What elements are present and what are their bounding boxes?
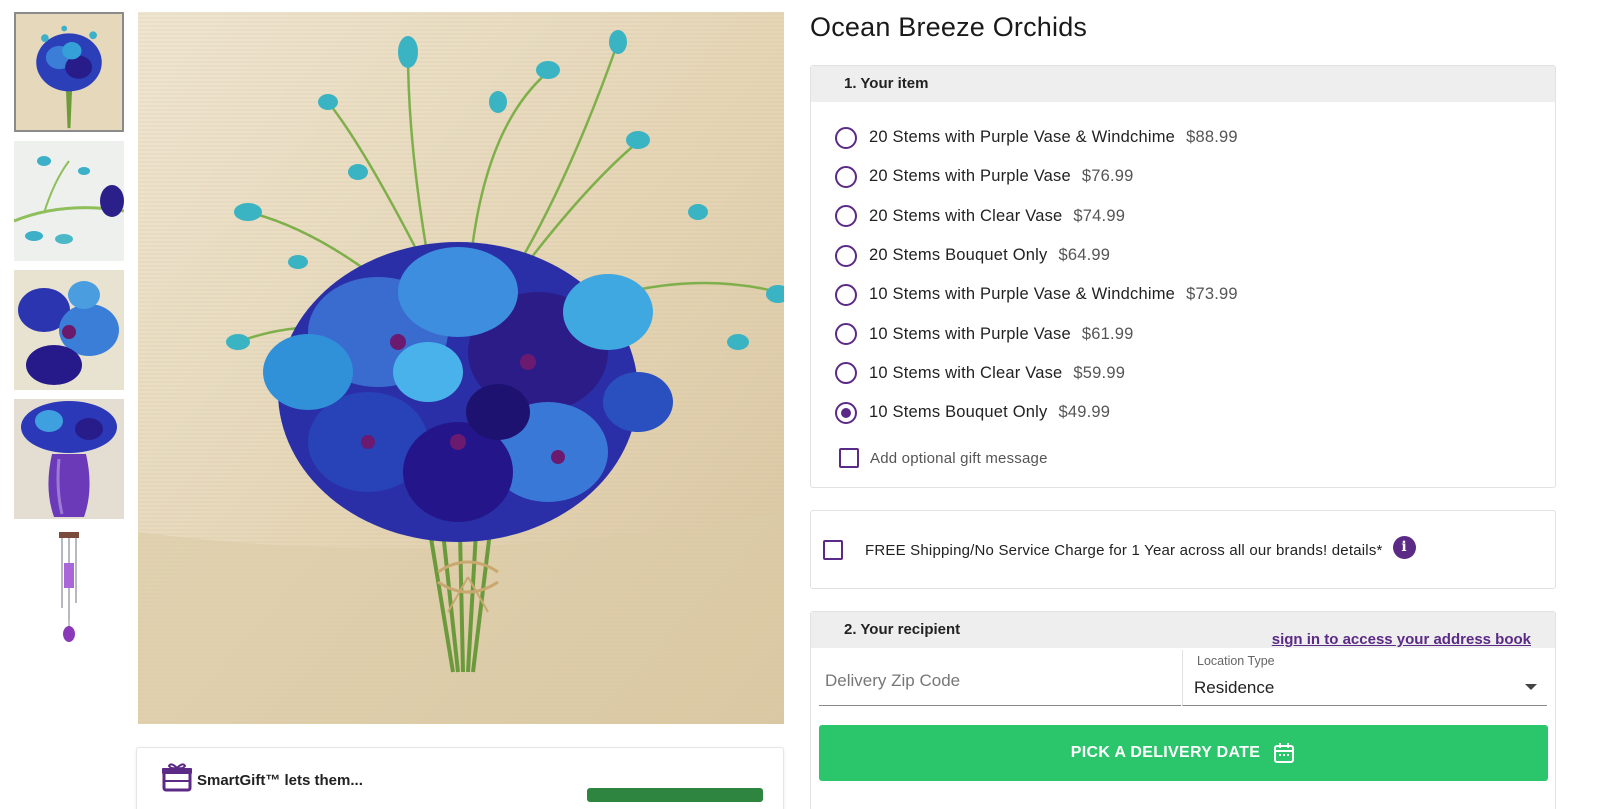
item-option-label: 10 Stems with Clear Vase xyxy=(869,363,1063,382)
item-option-label: 20 Stems Bouquet Only xyxy=(869,246,1048,265)
product-title: Ocean Breeze Orchids xyxy=(810,12,1088,42)
shipping-offer-text: FREE Shipping/No Service Charge for 1 Ye… xyxy=(865,541,1383,559)
item-option-price: $59.99 xyxy=(1073,363,1126,382)
recipient-section-heading: 2. Your recipient sign in to access your… xyxy=(811,612,1555,648)
recipient-panel: 2. Your recipient sign in to access your… xyxy=(810,611,1556,809)
item-option-radio[interactable] xyxy=(835,362,857,385)
item-option[interactable]: 10 Stems with Purple Vase & Windchime $73… xyxy=(835,275,1238,314)
thumbnail-purple-vase[interactable] xyxy=(14,399,124,519)
item-option[interactable]: 10 Stems with Purple Vase $61.99 xyxy=(835,314,1238,353)
item-option-radio[interactable] xyxy=(835,401,857,424)
item-selection-panel: 1. Your item 20 Stems with Purple Vase &… xyxy=(810,65,1556,488)
thumbnail-windchime[interactable] xyxy=(14,528,124,648)
item-option-price: $61.99 xyxy=(1081,324,1134,343)
gift-message-option[interactable]: Add optional gift message xyxy=(839,448,1048,468)
item-option-radio[interactable] xyxy=(835,283,857,306)
zip-code-input[interactable] xyxy=(819,650,1181,705)
item-option-price: $64.99 xyxy=(1058,246,1111,265)
item-option-label: 10 Stems with Purple Vase & Windchime xyxy=(869,285,1176,304)
item-option[interactable]: 10 Stems with Clear Vase $59.99 xyxy=(835,354,1238,393)
location-type-value: Residence xyxy=(1194,678,1275,697)
item-option-radio[interactable] xyxy=(835,323,857,346)
item-option-radio[interactable] xyxy=(835,165,857,188)
gift-message-label: Add optional gift message xyxy=(870,449,1048,467)
thumbnail-bloom-closeup[interactable] xyxy=(14,270,124,390)
item-section-heading: 1. Your item xyxy=(811,66,1555,102)
pick-delivery-date-button[interactable]: PICK A DELIVERY DATE xyxy=(819,725,1548,781)
pick-delivery-date-label: PICK A DELIVERY DATE xyxy=(1070,744,1261,761)
smartgift-text: SmartGift™ lets them... xyxy=(197,772,363,789)
zip-code-field[interactable] xyxy=(819,650,1181,706)
item-option-price: $88.99 xyxy=(1186,128,1238,147)
thumbnail-bouquet-front[interactable] xyxy=(14,12,124,132)
item-option[interactable]: 20 Stems with Clear Vase $74.99 xyxy=(835,197,1238,236)
item-option-label: 10 Stems with Purple Vase xyxy=(869,324,1071,343)
item-option-label: 10 Stems Bouquet Only xyxy=(869,403,1048,422)
location-type-select[interactable]: Location Type Residence xyxy=(1182,650,1547,706)
item-option[interactable]: 10 Stems Bouquet Only $49.99 xyxy=(835,393,1238,432)
item-option-radio[interactable] xyxy=(835,244,857,267)
item-option-label: 20 Stems with Purple Vase & Windchime xyxy=(869,128,1176,147)
item-option-label: 20 Stems with Clear Vase xyxy=(869,206,1063,225)
calendar-icon xyxy=(1274,743,1295,763)
item-option-radio[interactable] xyxy=(835,126,857,149)
gift-message-checkbox[interactable] xyxy=(839,448,859,468)
shipping-offer-row[interactable]: FREE Shipping/No Service Charge for 1 Ye… xyxy=(823,535,1416,560)
shipping-offer-panel: FREE Shipping/No Service Charge for 1 Ye… xyxy=(810,510,1556,589)
chevron-down-icon[interactable] xyxy=(1525,684,1537,690)
product-main-image xyxy=(138,12,784,724)
item-option[interactable]: 20 Stems Bouquet Only $64.99 xyxy=(835,236,1238,275)
item-option-price: $76.99 xyxy=(1081,167,1134,186)
item-option[interactable]: 20 Stems with Purple Vase $76.99 xyxy=(835,157,1238,196)
thumbnail-stem-closeup[interactable] xyxy=(14,141,124,261)
thumbnail-strip xyxy=(14,12,126,657)
item-options-list: 20 Stems with Purple Vase & Windchime $88… xyxy=(835,118,1238,432)
item-option-price: $49.99 xyxy=(1058,403,1111,422)
smartgift-card: SmartGift™ lets them... xyxy=(136,747,784,809)
item-option-radio[interactable] xyxy=(835,205,857,228)
recipient-heading-text: 2. Your recipient xyxy=(844,621,961,638)
location-type-label: Location Type xyxy=(1197,654,1275,668)
info-icon[interactable]: i xyxy=(1392,535,1416,559)
item-option-price: $73.99 xyxy=(1186,285,1238,304)
item-option-price: $74.99 xyxy=(1073,206,1126,225)
smartgift-button[interactable] xyxy=(587,788,763,802)
gift-icon xyxy=(162,763,192,792)
shipping-offer-checkbox[interactable] xyxy=(823,540,843,560)
item-option-label: 20 Stems with Purple Vase xyxy=(869,167,1071,186)
item-option[interactable]: 20 Stems with Purple Vase & Windchime $88… xyxy=(835,118,1238,157)
